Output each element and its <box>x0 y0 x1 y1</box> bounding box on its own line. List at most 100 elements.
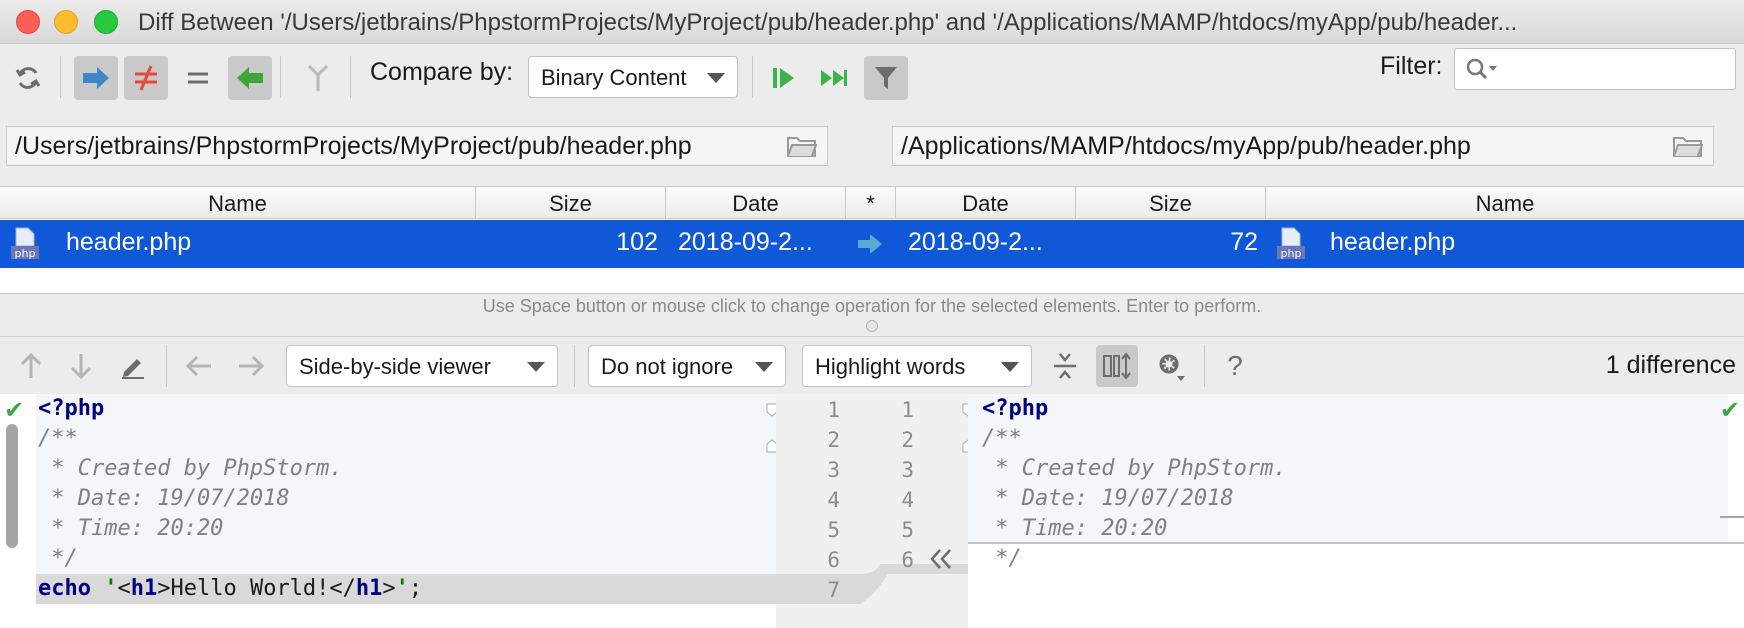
line-number: 6 <box>901 548 914 572</box>
line-number: 3 <box>901 458 914 482</box>
funnel-icon <box>875 67 897 89</box>
code-line: /** <box>38 426 78 451</box>
php-file-icon: php <box>1277 227 1305 260</box>
filter-input[interactable] <box>1454 48 1736 90</box>
column-header-operation[interactable]: * <box>846 187 896 219</box>
show-right-only-button[interactable] <box>228 56 272 100</box>
show-different-button[interactable] <box>124 56 168 100</box>
fold-marker-icon[interactable] <box>766 402 776 454</box>
pencil-icon <box>122 359 144 379</box>
line-number: 3 <box>827 458 840 482</box>
fast-forward-icon <box>821 70 847 86</box>
arrow-right-icon <box>239 355 265 377</box>
php-file-icon: php <box>11 227 39 260</box>
column-header-right-date[interactable]: Date <box>896 187 1076 219</box>
code-line: * Time: 20:20 <box>982 516 1168 541</box>
merge-button[interactable] <box>296 56 340 100</box>
settings-button[interactable] <box>1150 345 1192 387</box>
next-difference-button[interactable] <box>60 345 102 387</box>
php-icon-text: php <box>15 247 36 260</box>
column-header-left-name[interactable]: Name <box>0 187 476 219</box>
line-number: 7 <box>827 578 840 602</box>
difference-count: 1 difference <box>1605 351 1736 379</box>
sync-scroll-button[interactable] <box>1096 345 1138 387</box>
chevron-down-icon <box>527 362 545 372</box>
highlighting-dropdown[interactable]: Highlight words <box>802 345 1032 387</box>
scrollbar-marker <box>1720 516 1744 518</box>
code-line: * Created by PhpStorm. <box>38 456 343 481</box>
left-path-field[interactable]: /Users/jetbrains/PhpstormProjects/MyProj… <box>6 126 828 166</box>
hint-text: Use Space button or mouse click to chang… <box>482 296 1262 316</box>
previous-difference-button[interactable] <box>10 345 52 387</box>
chevron-down-icon <box>755 362 773 372</box>
arrow-up-icon <box>20 352 42 378</box>
table-row[interactable]: php header.php 102 2018-09-2... 2018-09-… <box>0 220 1744 268</box>
scrollbar[interactable] <box>6 424 18 548</box>
folder-icon[interactable] <box>1673 135 1703 157</box>
code-line: * Created by PhpStorm. <box>982 456 1287 481</box>
code-line: <?php <box>982 396 1049 421</box>
folder-icon[interactable] <box>787 135 817 157</box>
search-icon <box>1466 58 1497 80</box>
column-header-left-size[interactable]: Size <box>476 187 666 219</box>
collapse-icon <box>1054 353 1076 379</box>
diff-editors: ✔ <?php /** * Created by PhpStorm. * Dat… <box>0 394 1744 628</box>
compare-by-label: Compare by: <box>370 58 514 86</box>
line-number: 4 <box>901 488 914 512</box>
not-equal-icon <box>135 65 157 91</box>
operation-arrow-right-icon[interactable] <box>856 232 884 256</box>
splitter-handle[interactable] <box>866 320 878 332</box>
refresh-button[interactable] <box>6 56 50 100</box>
column-header-right-name[interactable]: Name <box>1266 187 1744 219</box>
gear-icon <box>1159 354 1185 381</box>
filter-toggle-button[interactable] <box>864 56 908 100</box>
code-line: /** <box>982 426 1022 451</box>
revert-change-icon[interactable] <box>928 546 954 572</box>
arrow-right-blue-icon <box>83 67 109 89</box>
show-left-only-button[interactable] <box>74 56 118 100</box>
viewer-mode-value: Side-by-side viewer <box>299 354 491 379</box>
ignore-whitespace-dropdown[interactable]: Do not ignore <box>588 345 786 387</box>
collapse-unchanged-button[interactable] <box>1044 345 1086 387</box>
right-editor[interactable]: <?php /** * Created by PhpStorm. * Date:… <box>968 394 1744 628</box>
diff-toolbar: Side-by-side viewer Do not ignore Highli… <box>0 336 1744 394</box>
close-window-button[interactable] <box>16 10 40 34</box>
chevron-down-icon <box>1001 362 1019 372</box>
column-header-left-date[interactable]: Date <box>666 187 846 219</box>
left-file-name: header.php <box>66 228 192 256</box>
code-line: <?php <box>38 396 105 421</box>
synchronize-selected-button[interactable] <box>762 56 806 100</box>
edit-source-button[interactable] <box>112 345 154 387</box>
refresh-icon <box>15 67 41 89</box>
title-bar: Diff Between '/Users/jetbrains/PhpstormP… <box>0 0 1744 44</box>
previous-file-button[interactable] <box>178 345 220 387</box>
code-line-changed: echo '<h1>Hello World!</h1>'; <box>38 576 423 601</box>
maximize-window-button[interactable] <box>94 10 118 34</box>
table-header: Name Size Date * Date Size Name <box>0 187 1744 219</box>
right-file-size: 72 <box>1230 228 1258 256</box>
line-number: 2 <box>827 428 840 452</box>
line-number: 5 <box>901 518 914 542</box>
left-file-date: 2018-09-2... <box>678 228 813 256</box>
minimize-window-button[interactable] <box>54 10 78 34</box>
compare-by-dropdown[interactable]: Binary Content <box>528 56 738 98</box>
equal-icon <box>188 72 208 84</box>
sync-scroll-icon <box>1103 352 1131 380</box>
next-file-button[interactable] <box>230 345 272 387</box>
file-comparison-table: Name Size Date * Date Size Name php head… <box>0 186 1744 294</box>
help-button[interactable]: ? <box>1214 345 1256 387</box>
synchronize-all-button[interactable] <box>812 56 856 100</box>
code-line: * Time: 20:20 <box>38 516 224 541</box>
window-title: Diff Between '/Users/jetbrains/PhpstormP… <box>138 9 1518 36</box>
column-header-right-size[interactable]: Size <box>1076 187 1266 219</box>
diff-gutter: 1 2 3 4 5 6 7 1 2 3 4 5 6 <box>776 394 974 628</box>
line-number: 4 <box>827 488 840 512</box>
highlighting-value: Highlight words <box>815 354 966 379</box>
right-path-field[interactable]: /Applications/MAMP/htdocs/myApp/pub/head… <box>892 126 1714 166</box>
viewer-mode-dropdown[interactable]: Side-by-side viewer <box>286 345 558 387</box>
php-icon-text: php <box>1281 247 1302 260</box>
left-editor[interactable]: ✔ <?php /** * Created by PhpStorm. * Dat… <box>0 394 776 628</box>
ignore-whitespace-value: Do not ignore <box>601 354 734 379</box>
show-equal-button[interactable] <box>176 56 220 100</box>
arrow-down-icon <box>70 354 92 380</box>
